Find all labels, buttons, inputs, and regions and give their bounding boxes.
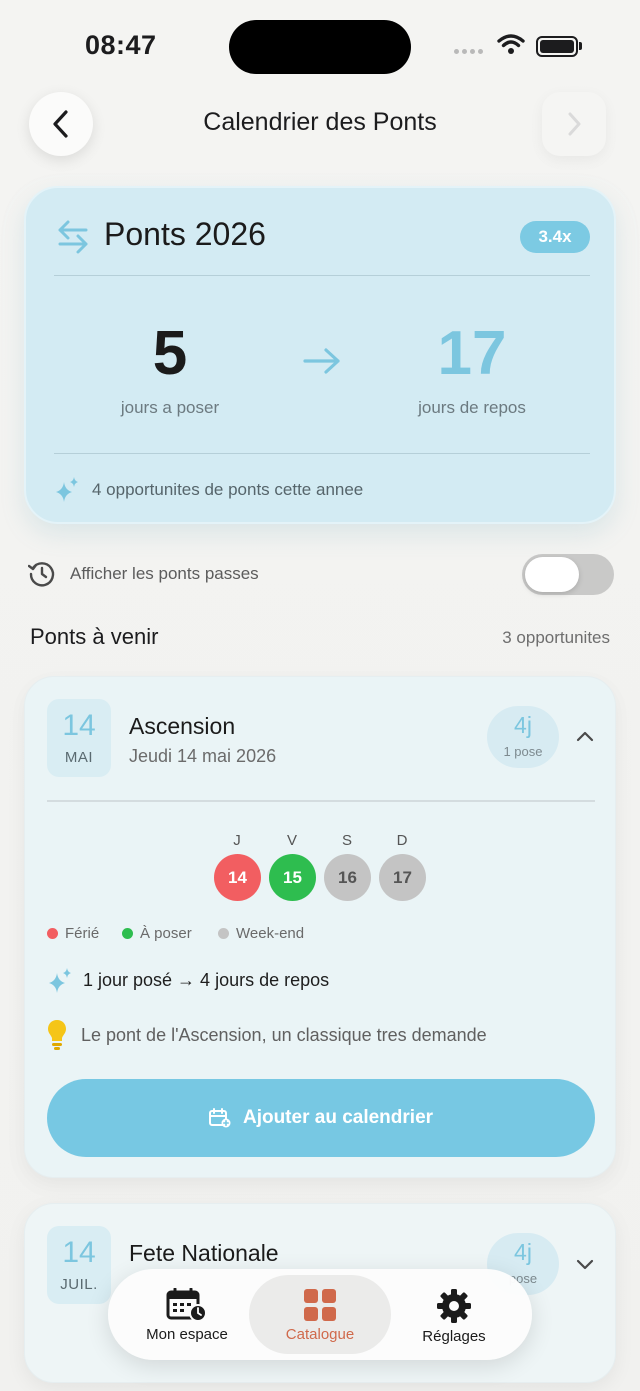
- summary-divider: [54, 275, 590, 276]
- summary-title: Ponts 2026: [104, 216, 266, 252]
- status-time: 08:47: [85, 30, 157, 60]
- calendar-clock-icon: [166, 1288, 207, 1322]
- day-weekend: 16: [324, 854, 371, 901]
- card-divider: [47, 800, 595, 802]
- days-off-value: 17: [437, 319, 507, 388]
- show-past-toggle[interactable]: [522, 554, 614, 595]
- day-to-take: 15: [269, 854, 316, 901]
- legend-weekend: Week-end: [218, 925, 304, 942]
- chevron-down-icon[interactable]: [575, 1258, 595, 1272]
- calendar-add-icon: [208, 1108, 231, 1128]
- add-to-calendar-label: Ajouter au calendrier: [242, 1107, 434, 1128]
- bridge-title: Ascension: [129, 713, 236, 739]
- weekday-label: V: [286, 832, 297, 849]
- opportunities-text: 4 opportunites de ponts cette annee: [92, 480, 364, 499]
- chevron-up-icon[interactable]: [575, 729, 595, 743]
- date-tile: 14 MAI: [47, 699, 111, 777]
- section-count: 3 opportunites: [502, 628, 610, 647]
- sparkles-icon: [56, 477, 78, 502]
- dynamic-island: [229, 20, 411, 74]
- legend-poser: À poser: [122, 925, 192, 942]
- weekday-label: D: [396, 832, 408, 849]
- arrow-right-icon: [303, 348, 340, 374]
- sparkles-icon: [49, 968, 71, 993]
- tip-text: Le pont de l'Ascension, un classique tre…: [81, 1025, 487, 1045]
- day-weekend: 17: [379, 854, 426, 901]
- grid-icon: [304, 1289, 336, 1321]
- days-chip: 4j 1 pose: [487, 706, 559, 768]
- bridge-title: Fete Nationale: [129, 1240, 279, 1266]
- weekday-label: J: [233, 832, 241, 849]
- tab-bar: Mon espace Catalogue Réglages: [108, 1269, 532, 1360]
- chevron-right-icon: [568, 112, 581, 136]
- summary-card: Ponts 2026 3.4x 5 jours a poser 17 jours…: [24, 186, 616, 524]
- tab-catalogue[interactable]: Catalogue: [249, 1275, 391, 1354]
- day-holiday: 14: [214, 854, 261, 901]
- add-to-calendar-button[interactable]: Ajouter au calendrier: [47, 1079, 595, 1157]
- bridge-card[interactable]: 14 MAI Ascension Jeudi 14 mai 2026 4j 1 …: [24, 676, 616, 1178]
- show-past-label: Afficher les ponts passes: [70, 564, 259, 583]
- date-tile: 14 JUIL.: [47, 1226, 111, 1304]
- weekday-label: S: [341, 832, 352, 849]
- tab-reglages[interactable]: Réglages: [383, 1275, 525, 1354]
- days-to-take-value: 5: [152, 319, 188, 388]
- days-off-label: jours de repos: [418, 398, 526, 417]
- section-title: Ponts à venir: [30, 624, 159, 649]
- summary-divider-bottom: [54, 453, 590, 454]
- gear-icon: [437, 1289, 471, 1323]
- tab-mon-espace[interactable]: Mon espace: [116, 1275, 258, 1354]
- lightbulb-icon: [48, 1020, 66, 1050]
- gain-summary: 1 jour posé → 4 jours de repos: [83, 970, 330, 990]
- legend-ferie: Férié: [47, 925, 99, 942]
- swap-arrows-icon: [58, 220, 88, 254]
- forward-button[interactable]: [542, 92, 606, 156]
- days-to-take-label: jours a poser: [120, 398, 220, 417]
- ratio-badge: 3.4x: [520, 221, 590, 253]
- wifi-icon: [497, 34, 525, 54]
- history-icon: [28, 562, 55, 587]
- cellular-signal-icon: [454, 49, 483, 54]
- bridge-date: Jeudi 14 mai 2026: [129, 746, 277, 766]
- battery-icon: [536, 36, 578, 57]
